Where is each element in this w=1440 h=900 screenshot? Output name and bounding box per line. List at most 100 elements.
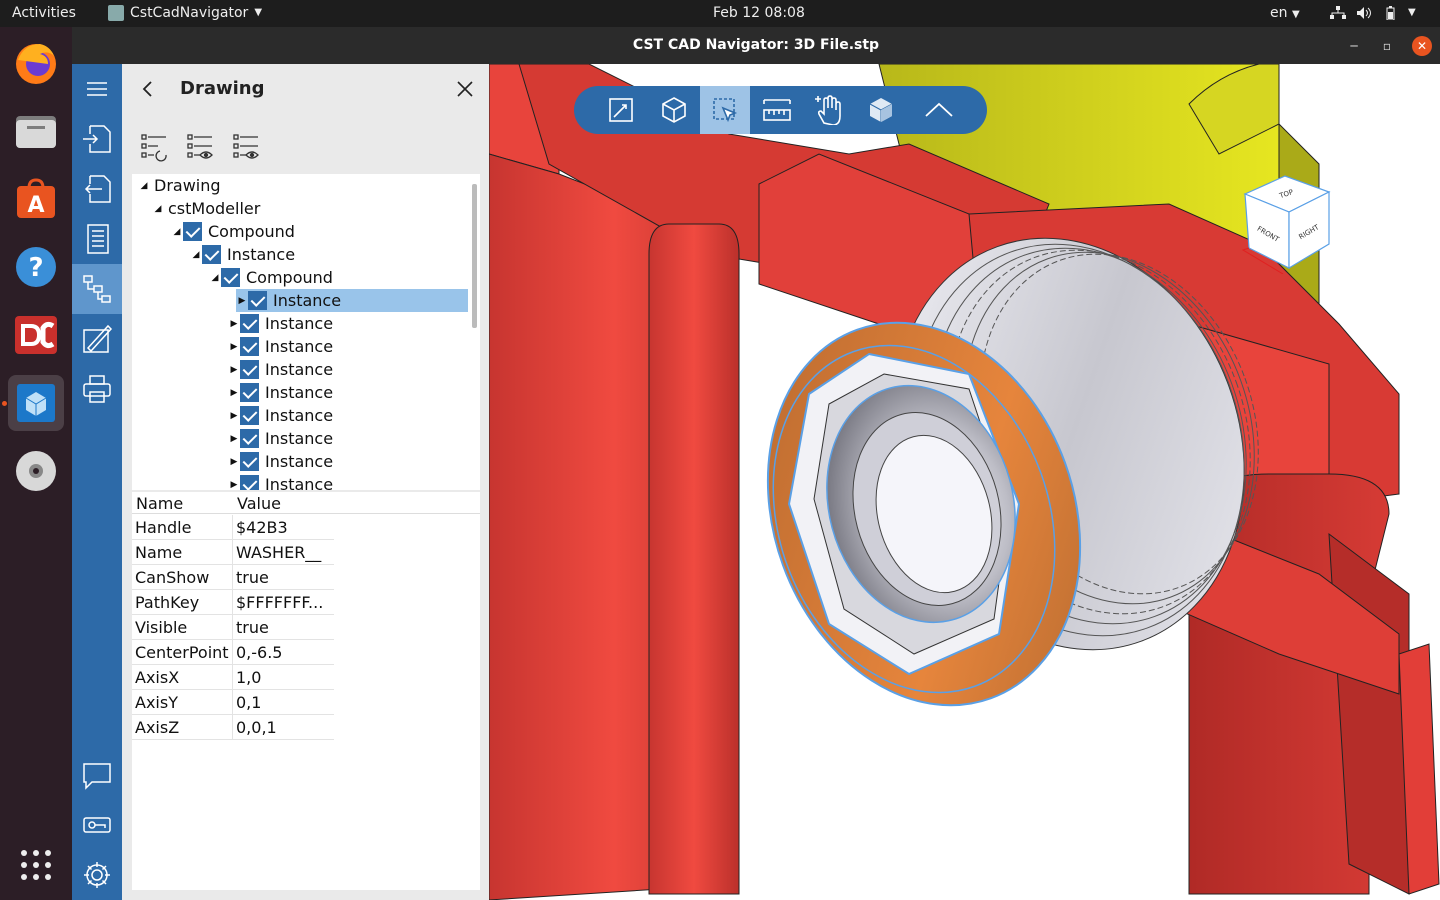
expand-toggle-icon[interactable]: ▶ bbox=[228, 365, 240, 375]
tree-node[interactable]: ◢ cstModeller bbox=[132, 197, 468, 220]
property-name: Name bbox=[135, 543, 183, 562]
print-button[interactable] bbox=[72, 364, 122, 414]
tree-node[interactable]: ◢ Compound bbox=[132, 220, 468, 243]
property-row[interactable]: Handle $42B3 bbox=[132, 515, 334, 540]
collapse-toggle-icon[interactable]: ◢ bbox=[138, 181, 150, 191]
files-launcher[interactable] bbox=[8, 103, 64, 159]
property-row[interactable]: PathKey $FFFFFFF... bbox=[132, 590, 334, 615]
open-file-button[interactable] bbox=[72, 114, 122, 164]
refresh-list-icon[interactable] bbox=[140, 132, 170, 162]
export-file-button[interactable] bbox=[72, 164, 122, 214]
solid-view-button[interactable] bbox=[856, 86, 906, 134]
visibility-checkbox[interactable] bbox=[240, 383, 259, 402]
tree-node[interactable]: ◢ Instance bbox=[132, 243, 468, 266]
show-applications-button[interactable] bbox=[8, 837, 64, 893]
back-arrow-icon[interactable] bbox=[140, 80, 156, 98]
expand-toggle-icon[interactable]: ▶ bbox=[228, 457, 240, 467]
visibility-checkbox[interactable] bbox=[240, 360, 259, 379]
tree-node[interactable]: ▶ Instance bbox=[132, 358, 468, 381]
draftsight-launcher[interactable] bbox=[8, 307, 64, 363]
measure-button[interactable] bbox=[72, 314, 122, 364]
cst-cad-navigator-launcher[interactable] bbox=[8, 375, 64, 431]
expand-toggle-icon[interactable]: ▶ bbox=[236, 296, 248, 306]
visibility-checkbox[interactable] bbox=[240, 429, 259, 448]
clock[interactable]: Feb 12 08:08 bbox=[713, 4, 805, 22]
visibility-checkbox[interactable] bbox=[240, 406, 259, 425]
window-titlebar[interactable]: CST CAD Navigator: 3D File.stp ─ ▫ ✕ bbox=[72, 27, 1440, 64]
property-row[interactable]: AxisY 0,1 bbox=[132, 690, 334, 715]
tree-node[interactable]: ◢ Compound bbox=[132, 266, 468, 289]
close-icon[interactable] bbox=[456, 80, 474, 98]
collapse-toggle-icon[interactable]: ◢ bbox=[209, 273, 221, 283]
help-launcher[interactable]: ? bbox=[8, 239, 64, 295]
value-column-header: Value bbox=[237, 494, 281, 513]
property-row[interactable]: CanShow true bbox=[132, 565, 334, 590]
measure-tool-button[interactable] bbox=[752, 86, 802, 134]
app-menu-button[interactable]: CstCadNavigator ▼ bbox=[108, 4, 262, 22]
chat-bubble-icon bbox=[83, 763, 111, 790]
tree-node[interactable]: ▶ Instance bbox=[132, 473, 468, 490]
tree-node[interactable]: ▶ Instance bbox=[132, 404, 468, 427]
visibility-checkbox[interactable] bbox=[240, 314, 259, 333]
property-row[interactable]: Visible true bbox=[132, 615, 334, 640]
structure-tree-button[interactable] bbox=[72, 264, 122, 314]
expand-toggle-icon[interactable]: ▶ bbox=[228, 434, 240, 444]
visibility-checkbox[interactable] bbox=[240, 337, 259, 356]
system-tray[interactable]: ▼ bbox=[1330, 4, 1416, 22]
settings-button[interactable] bbox=[72, 850, 122, 900]
tree-node[interactable]: ▶ Instance bbox=[236, 289, 468, 312]
expand-toggle-icon[interactable]: ▶ bbox=[228, 342, 240, 352]
tree-node[interactable]: ▶ Instance bbox=[132, 427, 468, 450]
menu-button[interactable] bbox=[72, 64, 122, 114]
tree-node[interactable]: ▶ Instance bbox=[132, 335, 468, 358]
activities-button[interactable]: Activities bbox=[12, 4, 76, 22]
disc-launcher[interactable] bbox=[8, 443, 64, 499]
visibility-checkbox[interactable] bbox=[240, 475, 259, 490]
show-all-icon[interactable] bbox=[232, 132, 262, 162]
collapse-toolbar-button[interactable] bbox=[914, 86, 964, 134]
expand-toggle-icon[interactable]: ▶ bbox=[228, 388, 240, 398]
expand-toggle-icon[interactable]: ▶ bbox=[228, 480, 240, 490]
visibility-checkbox[interactable] bbox=[202, 245, 221, 264]
pan-tool-button[interactable] bbox=[804, 86, 854, 134]
tree-node[interactable]: ▶ Instance bbox=[132, 450, 468, 473]
3d-view-button[interactable] bbox=[649, 86, 699, 134]
property-row[interactable]: AxisZ 0,0,1 bbox=[132, 715, 334, 740]
language-indicator[interactable]: en ▼ bbox=[1270, 4, 1300, 24]
license-button[interactable] bbox=[72, 800, 122, 850]
software-launcher[interactable]: A bbox=[8, 171, 64, 227]
structure-tree[interactable]: ◢ Drawing ◢ cstModeller ◢ Compound ◢ Instance ◢ C… bbox=[132, 174, 480, 490]
property-row[interactable]: AxisX 1,0 bbox=[132, 665, 334, 690]
document-button[interactable] bbox=[72, 214, 122, 264]
feedback-button[interactable] bbox=[72, 750, 122, 800]
tree-node[interactable]: ◢ Drawing bbox=[132, 174, 468, 197]
visibility-checkbox[interactable] bbox=[183, 222, 202, 241]
navigation-cube[interactable]: TOP FRONT RIGHT bbox=[1237, 164, 1337, 274]
scrollbar-thumb[interactable] bbox=[472, 184, 477, 328]
firefox-launcher[interactable] bbox=[8, 35, 64, 91]
minimize-button[interactable]: ─ bbox=[1344, 36, 1364, 56]
close-window-button[interactable]: ✕ bbox=[1412, 36, 1432, 56]
show-visible-icon[interactable] bbox=[186, 132, 216, 162]
collapse-toggle-icon[interactable]: ◢ bbox=[190, 250, 202, 260]
tree-node[interactable]: ▶ Instance bbox=[132, 381, 468, 404]
key-icon bbox=[83, 817, 111, 833]
collapse-toggle-icon[interactable]: ◢ bbox=[152, 204, 164, 214]
sketch-mode-button[interactable] bbox=[596, 86, 646, 134]
maximize-button[interactable]: ▫ bbox=[1377, 36, 1397, 56]
select-mode-button[interactable] bbox=[700, 86, 750, 134]
expand-toggle-icon[interactable]: ▶ bbox=[228, 411, 240, 421]
visibility-checkbox[interactable] bbox=[240, 452, 259, 471]
tree-node-label: Instance bbox=[265, 360, 334, 379]
property-name: PathKey bbox=[135, 593, 200, 612]
tree-node[interactable]: ▶ Instance bbox=[132, 312, 468, 335]
property-row[interactable]: CenterPoint 0,-6.5 bbox=[132, 640, 334, 665]
tree-scrollbar[interactable] bbox=[468, 174, 480, 490]
collapse-toggle-icon[interactable]: ◢ bbox=[171, 227, 183, 237]
3d-viewport[interactable]: TOP FRONT RIGHT bbox=[489, 64, 1440, 900]
property-row[interactable]: Name WASHER__ bbox=[132, 540, 334, 565]
visibility-checkbox[interactable] bbox=[221, 268, 240, 287]
column-divider bbox=[232, 515, 233, 540]
visibility-checkbox[interactable] bbox=[248, 291, 267, 310]
expand-toggle-icon[interactable]: ▶ bbox=[228, 319, 240, 329]
